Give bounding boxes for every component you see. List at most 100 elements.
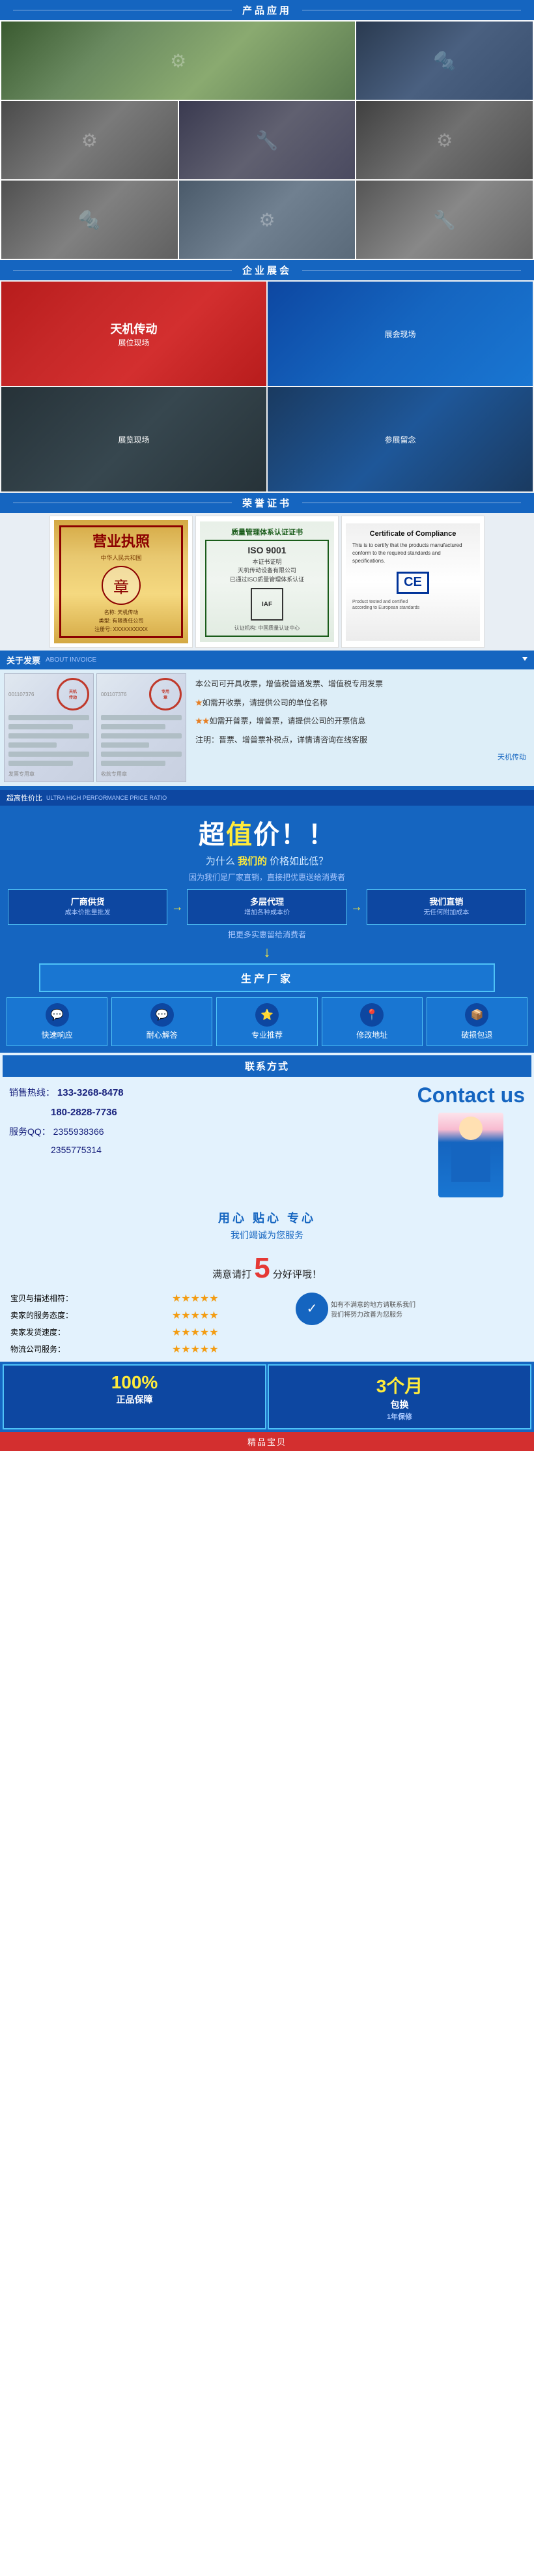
- invoice-header-bar: 关于发票 ABOUT INVOICE: [0, 651, 534, 669]
- price-feature-label: 把更多实惠留给消费者: [0, 929, 534, 940]
- phone-row: 销售热线： 133-3268-8478: [9, 1083, 411, 1103]
- invoice-point-1: 本公司可开具收票，增值税普通发票、增值税专用发票: [195, 677, 526, 690]
- invoice-line-12: [101, 761, 165, 766]
- invoice-footer-text: 天机传动: [195, 752, 526, 764]
- rating-ask: 满意请打 5 分好评哦！: [7, 1252, 527, 1285]
- phone-label: 销售热线：: [9, 1087, 55, 1098]
- invoice-section: 关于发票 ABOUT INVOICE 001107376 天机传动 发票专用章: [0, 651, 534, 786]
- price-feature-4: 📍 修改地址: [322, 997, 423, 1046]
- price-arrow-right-2: →: [351, 889, 363, 924]
- product-apps-section: 产品应用 ⚙ 🔩 ⚙ 🔧 ⚙ 🔩 ⚙ 🔧: [0, 0, 534, 260]
- price-boxes: 厂商供货 成本价批量批发 → 多层代理 增加各种成本价 → 我们直销 无任何附加…: [8, 889, 526, 924]
- contact-title: 联系方式: [245, 1061, 289, 1072]
- invoice-line-4: [8, 742, 57, 748]
- feature-1-label: 快速响应: [10, 1029, 104, 1040]
- price-feature-2: 💬 耐心解答: [111, 997, 212, 1046]
- cert-yinzhao[interactable]: 营业执照 中华人民共和国 章 名称: 天机传动 类型: 有限责任公司 注册号: …: [49, 516, 193, 648]
- invoice-line-11: [101, 752, 182, 757]
- price-box-3-label: 我们直销: [372, 896, 520, 908]
- person-head: [459, 1117, 483, 1140]
- iso-content: 质量管理体系认证证书 ISO 9001 本证书证明 天机传动设备有限公司 已通过…: [200, 521, 334, 643]
- product-image-7: ⚙: [179, 181, 356, 259]
- rating-stars-3: ★★★★★: [168, 1324, 293, 1341]
- invoice-line-6: [8, 761, 73, 766]
- price-arrow-right-1: →: [171, 889, 183, 924]
- invoice-dropdown-icon[interactable]: [522, 657, 527, 664]
- guarantee-box-2: 3个月 包换 1年保修: [268, 1364, 531, 1429]
- enterprise-title: 企业展会: [232, 263, 302, 277]
- rating-stars-2: ★★★★★: [168, 1307, 293, 1324]
- feature-4-label: 修改地址: [325, 1029, 419, 1040]
- stamp-2: 专用章: [149, 678, 182, 710]
- product-image-5: ⚙: [356, 101, 533, 179]
- product-apps-title: 产品应用: [232, 3, 302, 17]
- honor-grid: 营业执照 中华人民共和国 章 名称: 天机传动 类型: 有限责任公司 注册号: …: [0, 513, 534, 651]
- rating-row-1: 宝贝与描述相符： ★★★★★ ✓ 如有不满意的地方请联系我们 我们将努力改善为您…: [7, 1290, 527, 1307]
- enterprise-section: 企业展会 天机传动 展位现场 展会现场 展览现场 参展留念: [0, 260, 534, 493]
- price-section: 超高性价比 ULTRA HIGH PERFORMANCE PRICE RATIO…: [0, 786, 534, 1052]
- product-image-6: 🔩: [1, 181, 178, 259]
- feature-4-icon: 📍: [360, 1003, 384, 1027]
- qq-row: 服务QQ： 2355938366: [9, 1122, 411, 1141]
- phone-1: 133-3268-8478: [57, 1087, 124, 1098]
- price-feature-1: 💬 快速响应: [7, 997, 107, 1046]
- feature-2-icon: 💬: [150, 1003, 174, 1027]
- price-header-bar: 超高性价比 ULTRA HIGH PERFORMANCE PRICE RATIO: [0, 790, 534, 806]
- service-sub: 我们竭诚为您服务: [3, 1229, 531, 1242]
- product-image-2: 🔩: [356, 22, 533, 100]
- price-box-3: 我们直销 无任何附加成本: [367, 889, 526, 924]
- honor-section: 荣誉证书 营业执照 中华人民共和国 章 名称: 天机传动 类型: 有限责任公司 …: [0, 493, 534, 651]
- feature-5-label: 破损包退: [430, 1029, 524, 1040]
- price-box-2-sub: 增加各种成本价: [193, 909, 341, 918]
- contact-info: 销售热线： 133-3268-8478 180-2828-7736 服务QQ： …: [9, 1083, 411, 1197]
- price-factory: 生产厂家: [39, 963, 495, 992]
- footer-label: 精品宝贝: [247, 1437, 287, 1447]
- rating-label-3: 卖家发货速度：: [7, 1324, 168, 1341]
- compliance-content: Certificate of Compliance This is to cer…: [346, 523, 480, 641]
- feature-1-icon: 💬: [46, 1003, 69, 1027]
- qq-1: 2355938366: [53, 1126, 104, 1137]
- product-apps-grid: ⚙ 🔩 ⚙ 🔧 ⚙ 🔩 ⚙ 🔧: [0, 20, 534, 260]
- honor-title: 荣誉证书: [232, 496, 302, 510]
- price-sub: 为什么 我们的 价格如此低？: [0, 854, 534, 868]
- contact-section: 联系方式 销售热线： 133-3268-8478 180-2828-7736 服…: [0, 1053, 534, 1248]
- invoice-line-8: [101, 724, 165, 729]
- price-reason: 因为我们是厂家直销，直接把优惠送给消费者: [0, 871, 534, 883]
- complaint-icon: ✓: [296, 1293, 328, 1325]
- rating-stars-1: ★★★★★: [168, 1290, 293, 1307]
- price-header-zh: 超高性价比: [7, 793, 42, 803]
- enterprise-grid: 天机传动 展位现场 展会现场 展览现场 参展留念: [0, 280, 534, 493]
- price-title-text2: 价！！: [253, 821, 335, 849]
- expo-image-2: 展会现场: [268, 282, 533, 386]
- cert-iso[interactable]: 质量管理体系认证证书 ISO 9001 本证书证明 天机传动设备有限公司 已通过…: [195, 516, 339, 648]
- price-features: 💬 快速响应 💬 耐心解答 ⭐ 专业推荐 📍 修改地址 📦 破损包退: [7, 997, 527, 1046]
- price-box-1-label: 厂商供货: [14, 896, 162, 908]
- phone-row-2: 180-2828-7736: [9, 1103, 411, 1122]
- invoice-label-en: ABOUT INVOICE: [46, 656, 96, 664]
- guarantee-2-sub: 1年保修: [274, 1411, 525, 1422]
- rating-num: 5: [254, 1252, 270, 1284]
- feature-5-icon: 📦: [465, 1003, 488, 1027]
- price-sub-em: 我们的: [238, 856, 267, 867]
- contact-content: 销售热线： 133-3268-8478 180-2828-7736 服务QQ： …: [3, 1077, 531, 1204]
- guarantee-1-label: 正品保障: [9, 1393, 260, 1406]
- cert-compliance[interactable]: Certificate of Compliance This is to cer…: [341, 516, 485, 648]
- contact-us-text: Contact us: [417, 1083, 525, 1107]
- price-box-1-sub: 成本价批量批发: [14, 909, 162, 918]
- person-body: [451, 1143, 490, 1182]
- rating-table: 宝贝与描述相符： ★★★★★ ✓ 如有不满意的地方请联系我们 我们将努力改善为您…: [7, 1290, 527, 1358]
- invoice-point-3: ★★如需开普票，增普票，请提供公司的开票信息: [195, 714, 526, 727]
- product-image-3: ⚙: [1, 101, 178, 179]
- invoice-label: 关于发票: [7, 654, 40, 666]
- invoice-star2: ★★: [195, 716, 210, 725]
- invoice-line-10: [101, 742, 149, 748]
- guarantee-2-big: 3个月: [274, 1372, 525, 1398]
- yinzhao-content: 营业执照 中华人民共和国 章 名称: 天机传动 类型: 有限责任公司 注册号: …: [54, 520, 188, 643]
- enterprise-header: 企业展会: [0, 260, 534, 280]
- honor-header: 荣誉证书: [0, 493, 534, 513]
- rating-section: 满意请打 5 分好评哦！ 宝贝与描述相符： ★★★★★ ✓ 如有不满意的地方请联…: [0, 1248, 534, 1362]
- contact-right: Contact us: [417, 1083, 525, 1197]
- expo-image-3: 展览现场: [1, 387, 266, 491]
- invoice-images: 001107376 天机传动 发票专用章 001107376 专用章: [4, 673, 186, 782]
- price-main: 超值价！！: [0, 806, 534, 854]
